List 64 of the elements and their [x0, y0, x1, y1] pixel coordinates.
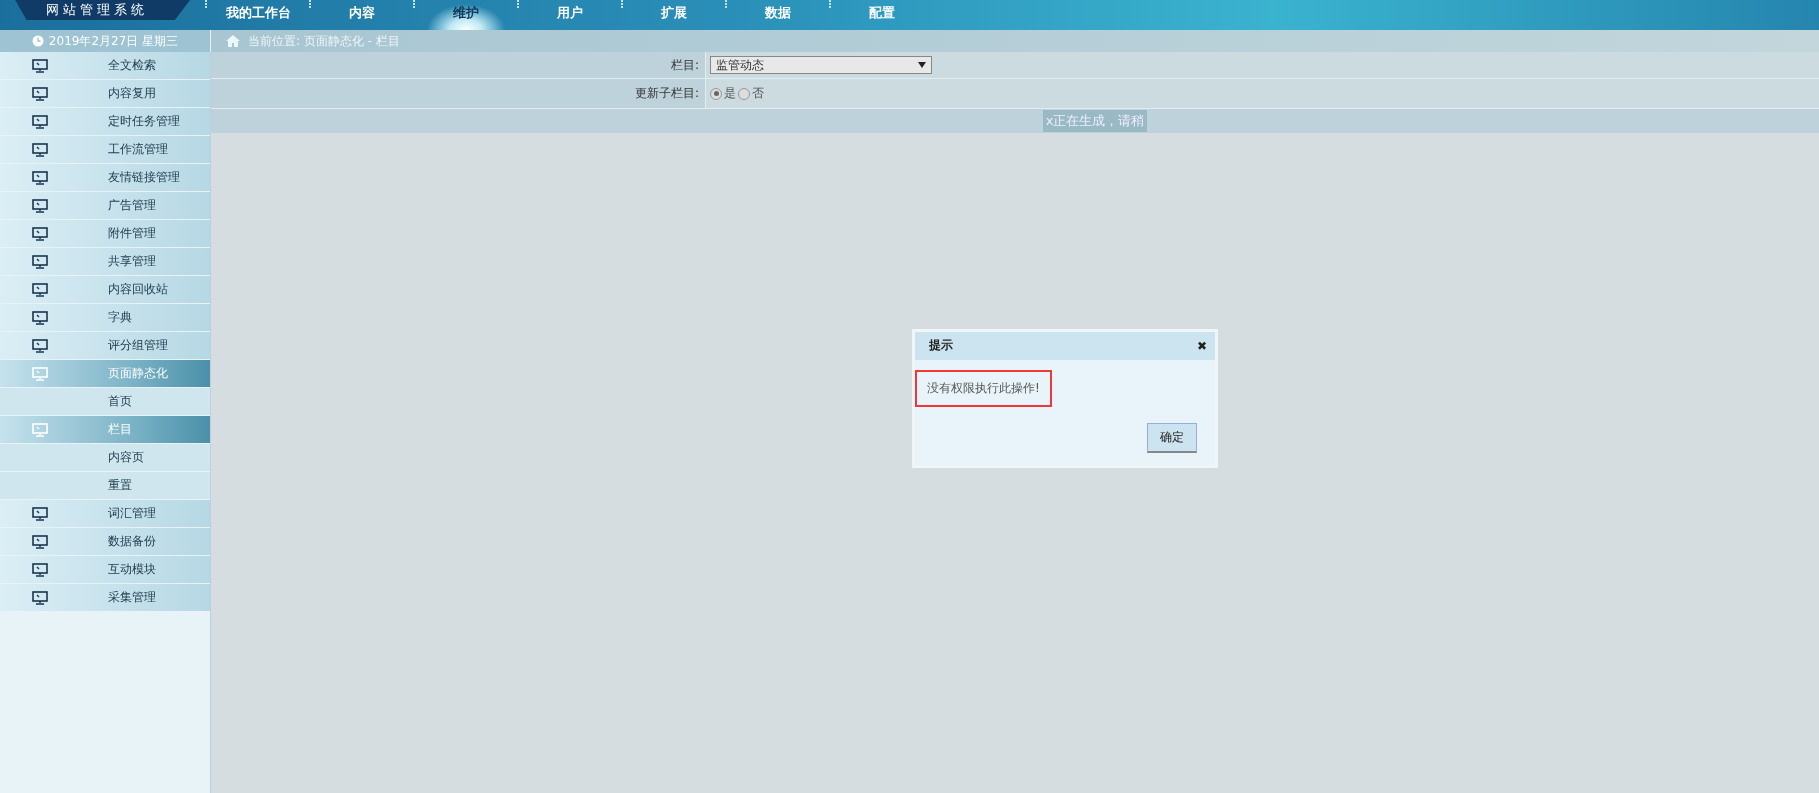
sidebar-item[interactable]: 广告管理 — [0, 192, 210, 220]
radio-button[interactable] — [710, 87, 722, 100]
sidebar-item[interactable]: 全文检索 — [0, 52, 210, 80]
sidebar-subitem[interactable]: 首页 — [0, 388, 210, 416]
dialog-message: 没有权限执行此操作! — [915, 369, 1052, 407]
breadcrumb: 当前位置: 页面静态化 - 栏目 — [248, 32, 400, 50]
nav-separator — [621, 0, 623, 8]
sidebar-subitem[interactable]: 重置 — [0, 472, 210, 500]
dialog-title: 提示 — [929, 337, 953, 354]
radio-label: 是 — [724, 85, 736, 102]
monitor-icon — [32, 254, 48, 269]
monitor-icon — [32, 58, 48, 73]
monitor-icon — [32, 422, 48, 437]
field-label: 栏目: — [211, 52, 706, 78]
field-label: 更新子栏目: — [211, 79, 706, 108]
monitor-icon — [32, 338, 48, 353]
sidebar-item[interactable]: 定时任务管理 — [0, 108, 210, 136]
sidebar-item[interactable]: 字典 — [0, 304, 210, 332]
clock-icon — [31, 35, 44, 47]
home-icon — [226, 35, 240, 47]
monitor-icon — [32, 562, 48, 577]
monitor-icon — [32, 86, 48, 101]
sidebar-item[interactable]: 附件管理 — [0, 220, 210, 248]
nav-tab[interactable]: 内容 — [316, 0, 408, 30]
sidebar-item[interactable]: 工作流管理 — [0, 136, 210, 164]
dropdown-icon — [918, 62, 926, 68]
nav-separator — [517, 0, 519, 8]
sidebar-item[interactable]: 数据备份 — [0, 528, 210, 556]
sidebar-item[interactable]: 互动模块 — [0, 556, 210, 584]
monitor-icon — [32, 590, 48, 605]
monitor-icon — [32, 310, 48, 325]
sidebar-item[interactable]: 评分组管理 — [0, 332, 210, 360]
radio-button[interactable] — [738, 87, 750, 100]
column-select[interactable]: 监管动态 — [710, 56, 932, 74]
nav-separator — [413, 0, 415, 8]
nav-separator — [829, 0, 831, 8]
nav-tab[interactable]: 用户 — [524, 0, 616, 30]
monitor-icon — [32, 506, 48, 521]
nav-separator — [309, 0, 311, 8]
monitor-icon — [32, 282, 48, 297]
ok-button[interactable]: 确定 — [1147, 422, 1197, 453]
progress-message: x正在生成，请稍 — [1042, 110, 1148, 132]
monitor-icon — [32, 142, 48, 157]
monitor-icon — [32, 226, 48, 241]
monitor-icon — [32, 534, 48, 549]
nav-tab[interactable]: 扩展 — [628, 0, 720, 30]
close-button[interactable]: ✖ — [1196, 338, 1207, 353]
monitor-icon — [32, 198, 48, 213]
monitor-icon — [32, 170, 48, 185]
sidebar-subitem[interactable]: 内容页 — [0, 444, 210, 472]
nav-separator — [205, 0, 207, 8]
sidebar-item[interactable]: 内容回收站 — [0, 276, 210, 304]
date-text: 2019年2月27日 星期三 — [48, 32, 179, 50]
sidebar-item[interactable]: 共享管理 — [0, 248, 210, 276]
sidebar-item[interactable]: 采集管理 — [0, 584, 210, 612]
nav-tab[interactable]: 我的工作台 — [212, 0, 304, 30]
nav-tab[interactable]: 数据 — [732, 0, 824, 30]
nav-separator — [725, 0, 727, 8]
sidebar-item[interactable]: 词汇管理 — [0, 500, 210, 528]
monitor-icon — [32, 366, 48, 381]
sidebar-item[interactable]: 内容复用 — [0, 80, 210, 108]
sidebar-item[interactable]: 友情链接管理 — [0, 164, 210, 192]
monitor-icon — [32, 114, 48, 129]
radio-label: 否 — [752, 85, 764, 102]
